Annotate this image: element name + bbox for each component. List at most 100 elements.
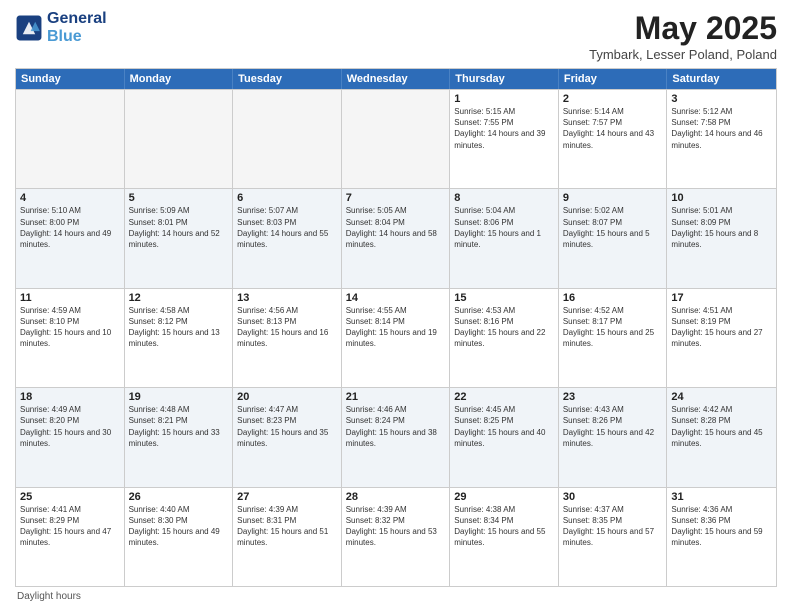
- cal-cell: 24 Sunrise: 4:42 AM Sunset: 8:28 PM Dayl…: [667, 388, 776, 486]
- cell-detail: Sunrise: 4:43 AM Sunset: 8:26 PM Dayligh…: [563, 404, 663, 449]
- cell-detail: Sunrise: 4:48 AM Sunset: 8:21 PM Dayligh…: [129, 404, 229, 449]
- cal-row-4: 18 Sunrise: 4:49 AM Sunset: 8:20 PM Dayl…: [16, 387, 776, 486]
- header-saturday: Saturday: [667, 69, 776, 89]
- main-title: May 2025: [589, 10, 777, 47]
- footer-note: Daylight hours: [15, 591, 777, 602]
- day-number: 6: [237, 192, 337, 204]
- cal-cell: 21 Sunrise: 4:46 AM Sunset: 8:24 PM Dayl…: [342, 388, 451, 486]
- cell-detail: Sunrise: 4:53 AM Sunset: 8:16 PM Dayligh…: [454, 305, 554, 350]
- header-friday: Friday: [559, 69, 668, 89]
- day-number: 29: [454, 491, 554, 503]
- cell-detail: Sunrise: 4:47 AM Sunset: 8:23 PM Dayligh…: [237, 404, 337, 449]
- cal-cell: 20 Sunrise: 4:47 AM Sunset: 8:23 PM Dayl…: [233, 388, 342, 486]
- cal-cell: 31 Sunrise: 4:36 AM Sunset: 8:36 PM Dayl…: [667, 488, 776, 586]
- cal-cell: 11 Sunrise: 4:59 AM Sunset: 8:10 PM Dayl…: [16, 289, 125, 387]
- day-number: 17: [671, 292, 772, 304]
- cell-detail: Sunrise: 5:05 AM Sunset: 8:04 PM Dayligh…: [346, 205, 446, 250]
- cell-detail: Sunrise: 5:02 AM Sunset: 8:07 PM Dayligh…: [563, 205, 663, 250]
- cell-detail: Sunrise: 5:14 AM Sunset: 7:57 PM Dayligh…: [563, 106, 663, 151]
- title-block: May 2025 Tymbark, Lesser Poland, Poland: [589, 10, 777, 62]
- day-number: 25: [20, 491, 120, 503]
- cell-detail: Sunrise: 5:10 AM Sunset: 8:00 PM Dayligh…: [20, 205, 120, 250]
- cell-detail: Sunrise: 4:40 AM Sunset: 8:30 PM Dayligh…: [129, 504, 229, 549]
- cal-cell: [16, 90, 125, 188]
- day-number: 12: [129, 292, 229, 304]
- day-number: 8: [454, 192, 554, 204]
- cal-cell: 26 Sunrise: 4:40 AM Sunset: 8:30 PM Dayl…: [125, 488, 234, 586]
- cal-cell: 5 Sunrise: 5:09 AM Sunset: 8:01 PM Dayli…: [125, 189, 234, 287]
- cell-detail: Sunrise: 4:52 AM Sunset: 8:17 PM Dayligh…: [563, 305, 663, 350]
- cal-row-1: 1 Sunrise: 5:15 AM Sunset: 7:55 PM Dayli…: [16, 89, 776, 188]
- cell-detail: Sunrise: 5:09 AM Sunset: 8:01 PM Dayligh…: [129, 205, 229, 250]
- header-sunday: Sunday: [16, 69, 125, 89]
- header: General Blue May 2025 Tymbark, Lesser Po…: [15, 10, 777, 62]
- cell-detail: Sunrise: 4:58 AM Sunset: 8:12 PM Dayligh…: [129, 305, 229, 350]
- logo-text: General Blue: [47, 10, 107, 45]
- day-number: 7: [346, 192, 446, 204]
- calendar: Sunday Monday Tuesday Wednesday Thursday…: [15, 68, 777, 587]
- cal-row-5: 25 Sunrise: 4:41 AM Sunset: 8:29 PM Dayl…: [16, 487, 776, 586]
- cell-detail: Sunrise: 4:49 AM Sunset: 8:20 PM Dayligh…: [20, 404, 120, 449]
- day-number: 18: [20, 391, 120, 403]
- day-number: 21: [346, 391, 446, 403]
- day-number: 19: [129, 391, 229, 403]
- cell-detail: Sunrise: 4:36 AM Sunset: 8:36 PM Dayligh…: [671, 504, 772, 549]
- day-number: 15: [454, 292, 554, 304]
- header-wednesday: Wednesday: [342, 69, 451, 89]
- header-tuesday: Tuesday: [233, 69, 342, 89]
- cell-detail: Sunrise: 4:39 AM Sunset: 8:32 PM Dayligh…: [346, 504, 446, 549]
- cell-detail: Sunrise: 5:04 AM Sunset: 8:06 PM Dayligh…: [454, 205, 554, 250]
- cal-row-3: 11 Sunrise: 4:59 AM Sunset: 8:10 PM Dayl…: [16, 288, 776, 387]
- cell-detail: Sunrise: 4:46 AM Sunset: 8:24 PM Dayligh…: [346, 404, 446, 449]
- cal-cell: 9 Sunrise: 5:02 AM Sunset: 8:07 PM Dayli…: [559, 189, 668, 287]
- cal-cell: 29 Sunrise: 4:38 AM Sunset: 8:34 PM Dayl…: [450, 488, 559, 586]
- header-thursday: Thursday: [450, 69, 559, 89]
- day-number: 1: [454, 93, 554, 105]
- cal-cell: 25 Sunrise: 4:41 AM Sunset: 8:29 PM Dayl…: [16, 488, 125, 586]
- day-number: 10: [671, 192, 772, 204]
- cell-detail: Sunrise: 4:51 AM Sunset: 8:19 PM Dayligh…: [671, 305, 772, 350]
- day-number: 16: [563, 292, 663, 304]
- calendar-body: 1 Sunrise: 5:15 AM Sunset: 7:55 PM Dayli…: [16, 89, 776, 586]
- cell-detail: Sunrise: 4:55 AM Sunset: 8:14 PM Dayligh…: [346, 305, 446, 350]
- day-number: 24: [671, 391, 772, 403]
- day-number: 5: [129, 192, 229, 204]
- logo: General Blue: [15, 10, 107, 45]
- cell-detail: Sunrise: 5:07 AM Sunset: 8:03 PM Dayligh…: [237, 205, 337, 250]
- cal-cell: [125, 90, 234, 188]
- day-number: 4: [20, 192, 120, 204]
- day-number: 22: [454, 391, 554, 403]
- cal-cell: 7 Sunrise: 5:05 AM Sunset: 8:04 PM Dayli…: [342, 189, 451, 287]
- cal-cell: 15 Sunrise: 4:53 AM Sunset: 8:16 PM Dayl…: [450, 289, 559, 387]
- day-number: 11: [20, 292, 120, 304]
- cal-cell: [233, 90, 342, 188]
- cal-cell: 2 Sunrise: 5:14 AM Sunset: 7:57 PM Dayli…: [559, 90, 668, 188]
- day-number: 3: [671, 93, 772, 105]
- day-number: 31: [671, 491, 772, 503]
- cal-cell: 17 Sunrise: 4:51 AM Sunset: 8:19 PM Dayl…: [667, 289, 776, 387]
- cell-detail: Sunrise: 4:41 AM Sunset: 8:29 PM Dayligh…: [20, 504, 120, 549]
- cell-detail: Sunrise: 4:56 AM Sunset: 8:13 PM Dayligh…: [237, 305, 337, 350]
- cal-cell: 22 Sunrise: 4:45 AM Sunset: 8:25 PM Dayl…: [450, 388, 559, 486]
- day-number: 13: [237, 292, 337, 304]
- header-monday: Monday: [125, 69, 234, 89]
- cal-cell: 23 Sunrise: 4:43 AM Sunset: 8:26 PM Dayl…: [559, 388, 668, 486]
- cal-cell: 13 Sunrise: 4:56 AM Sunset: 8:13 PM Dayl…: [233, 289, 342, 387]
- cell-detail: Sunrise: 4:37 AM Sunset: 8:35 PM Dayligh…: [563, 504, 663, 549]
- cal-cell: 6 Sunrise: 5:07 AM Sunset: 8:03 PM Dayli…: [233, 189, 342, 287]
- cal-cell: 3 Sunrise: 5:12 AM Sunset: 7:58 PM Dayli…: [667, 90, 776, 188]
- cal-cell: 14 Sunrise: 4:55 AM Sunset: 8:14 PM Dayl…: [342, 289, 451, 387]
- cal-cell: 4 Sunrise: 5:10 AM Sunset: 8:00 PM Dayli…: [16, 189, 125, 287]
- cell-detail: Sunrise: 5:12 AM Sunset: 7:58 PM Dayligh…: [671, 106, 772, 151]
- cell-detail: Sunrise: 4:39 AM Sunset: 8:31 PM Dayligh…: [237, 504, 337, 549]
- cell-detail: Sunrise: 4:45 AM Sunset: 8:25 PM Dayligh…: [454, 404, 554, 449]
- cal-cell: 27 Sunrise: 4:39 AM Sunset: 8:31 PM Dayl…: [233, 488, 342, 586]
- cal-cell: 19 Sunrise: 4:48 AM Sunset: 8:21 PM Dayl…: [125, 388, 234, 486]
- cal-cell: 12 Sunrise: 4:58 AM Sunset: 8:12 PM Dayl…: [125, 289, 234, 387]
- cal-cell: 8 Sunrise: 5:04 AM Sunset: 8:06 PM Dayli…: [450, 189, 559, 287]
- day-number: 20: [237, 391, 337, 403]
- cal-cell: 1 Sunrise: 5:15 AM Sunset: 7:55 PM Dayli…: [450, 90, 559, 188]
- page: General Blue May 2025 Tymbark, Lesser Po…: [0, 0, 792, 612]
- cal-cell: [342, 90, 451, 188]
- day-number: 28: [346, 491, 446, 503]
